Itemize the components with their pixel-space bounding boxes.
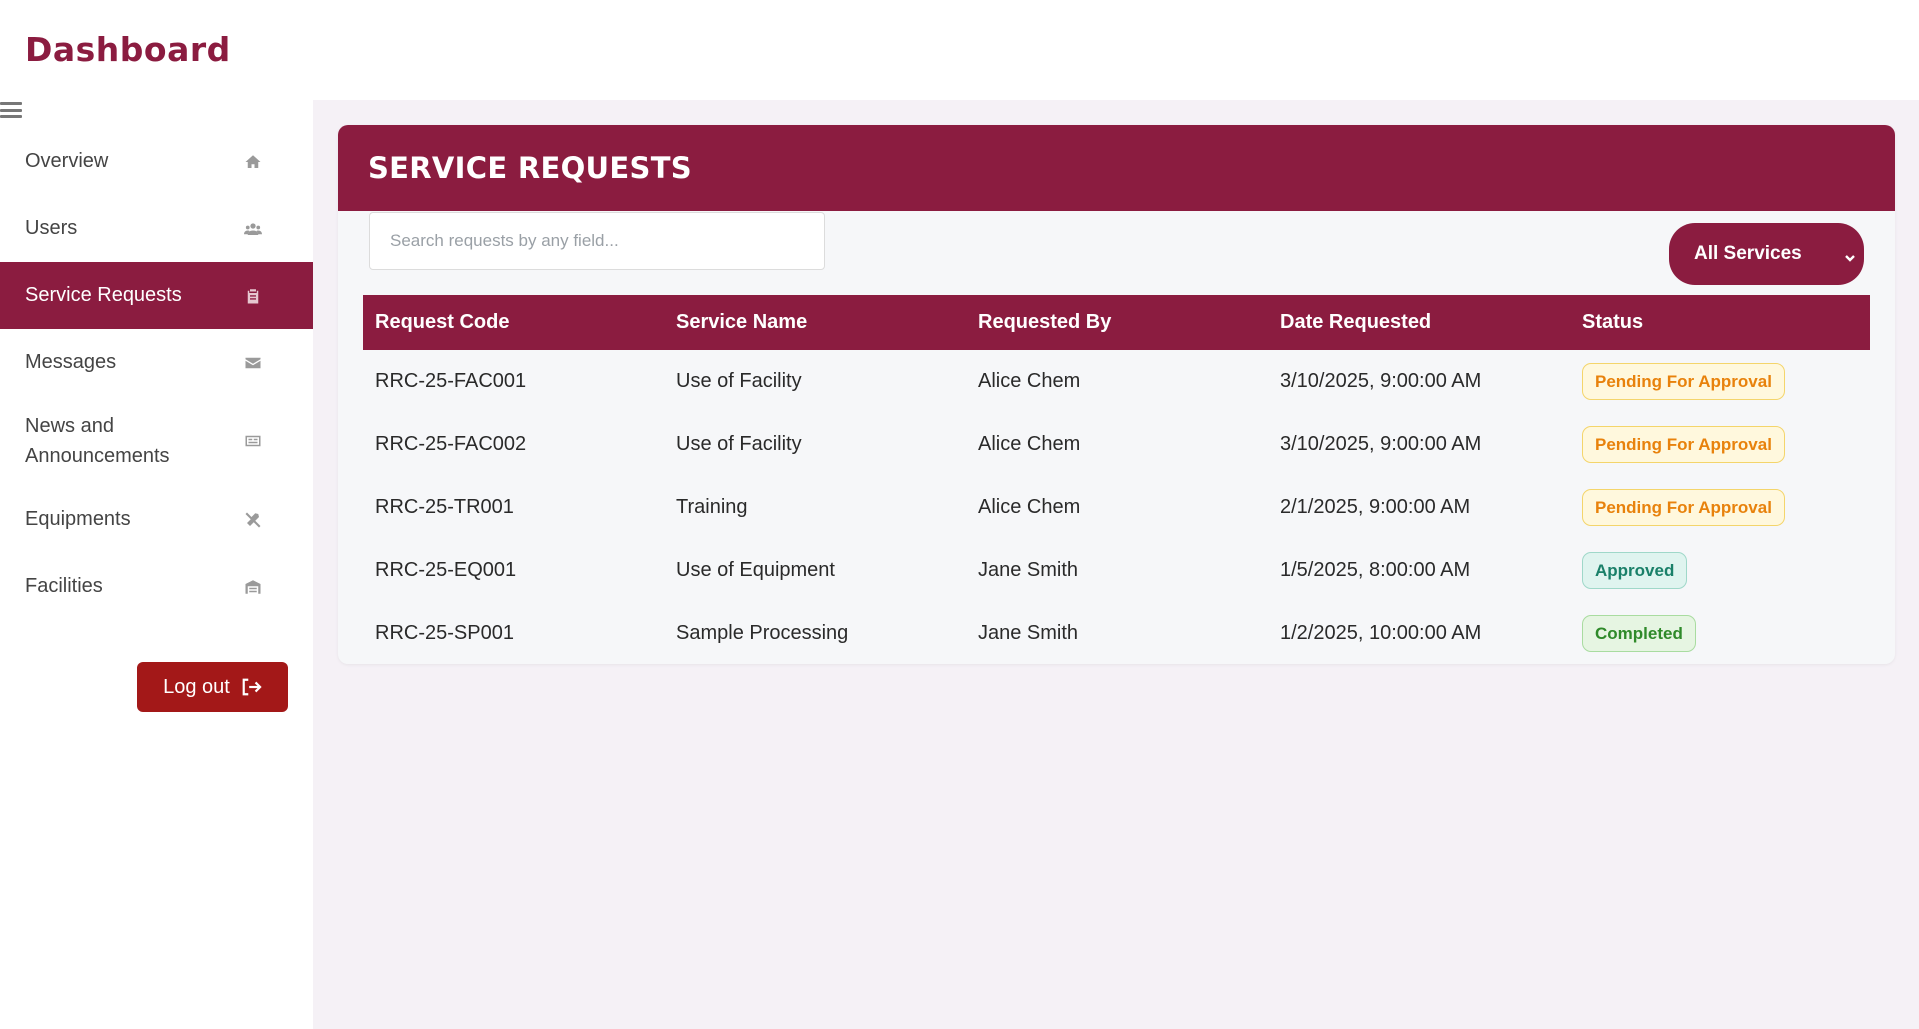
hamburger-menu-icon[interactable] (0, 100, 22, 120)
app-title: Dashboard (25, 30, 231, 69)
status-cell: Completed (1570, 602, 1870, 664)
request-code: RRC-25-TR001 (375, 496, 514, 518)
service-filter-value: All Services (1694, 243, 1802, 264)
status-badge: Pending For Approval (1582, 489, 1785, 526)
service-name: Use of Equipment (676, 559, 835, 581)
request-code: RRC-25-SP001 (375, 622, 514, 644)
logout-label: Log out (163, 675, 230, 698)
column-header[interactable]: Service Name (664, 295, 966, 350)
date-requested: 2/1/2025, 9:00:00 AM (1280, 496, 1471, 518)
sidebar-item-label: Facilities (25, 575, 103, 597)
users-icon (243, 219, 263, 239)
sidebar-item-users[interactable]: Users (0, 195, 313, 262)
warehouse-icon (243, 577, 263, 597)
status-badge: Completed (1582, 615, 1696, 652)
sidebar-item-news-and-announcements[interactable]: News and Announcements (0, 396, 313, 486)
table-header-row: Request Code Service Name Requested By D… (363, 295, 1870, 350)
service-name: Sample Processing (676, 622, 849, 644)
top-bar: Dashboard (0, 0, 1919, 100)
request-code: RRC-25-FAC002 (375, 433, 527, 455)
newspaper-icon (243, 431, 263, 451)
column-header[interactable]: Requested By (966, 295, 1268, 350)
main-content: SERVICE REQUESTS All Services Request Co… (313, 100, 1919, 1029)
request-code: RRC-25-FAC001 (375, 370, 527, 392)
sidebar-item-label: Messages (25, 351, 117, 373)
column-header[interactable]: Status (1570, 295, 1870, 350)
table-row[interactable]: RRC-25-FAC001 Use of Facility Alice Chem… (363, 350, 1870, 413)
status-badge: Pending For Approval (1582, 426, 1785, 463)
envelope-icon (243, 353, 263, 373)
status-badge: Pending For Approval (1582, 363, 1785, 400)
service-name: Use of Facility (676, 433, 802, 455)
search-input[interactable] (369, 212, 825, 270)
requested-by: Alice Chem (978, 370, 1081, 392)
sidebar-item-service-requests[interactable]: Service Requests (0, 262, 313, 329)
table-row[interactable]: RRC-25-EQ001 Use of Equipment Jane Smith… (363, 539, 1870, 602)
status-cell: Approved (1570, 539, 1870, 602)
table-row[interactable]: RRC-25-TR001 Training Alice Chem 2/1/202… (363, 476, 1870, 539)
service-filter-select[interactable]: All Services (1669, 223, 1864, 285)
sidebar-item-label: Overview (25, 150, 109, 172)
status-cell: Pending For Approval (1570, 413, 1870, 476)
sidebar: Overview Users Service Requests Messages… (0, 100, 313, 1029)
logout-icon (242, 678, 262, 696)
requests-table: Request Code Service Name Requested By D… (363, 295, 1870, 664)
sidebar-item-overview[interactable]: Overview (0, 128, 313, 195)
tools-icon (243, 510, 263, 530)
requested-by: Alice Chem (978, 496, 1081, 518)
requested-by: Alice Chem (978, 433, 1081, 455)
date-requested: 1/2/2025, 10:00:00 AM (1280, 622, 1482, 644)
request-code: RRC-25-EQ001 (375, 559, 517, 581)
requested-by: Jane Smith (978, 622, 1079, 644)
requested-by: Jane Smith (978, 559, 1079, 581)
date-requested: 1/5/2025, 8:00:00 AM (1280, 559, 1471, 581)
chevron-down-icon (1844, 248, 1856, 262)
table-row[interactable]: RRC-25-FAC002 Use of Facility Alice Chem… (363, 413, 1870, 476)
logout-button[interactable]: Log out (137, 662, 288, 712)
service-name: Training (676, 496, 748, 518)
sidebar-item-equipments[interactable]: Equipments (0, 486, 313, 553)
sidebar-item-label: Users (25, 217, 78, 239)
sidebar-item-label: Equipments (25, 508, 131, 530)
page-title: SERVICE REQUESTS (338, 125, 1895, 211)
date-requested: 3/10/2025, 9:00:00 AM (1280, 433, 1482, 455)
sidebar-item-label: News and Announcements (25, 415, 170, 467)
clipboard-icon (243, 286, 263, 306)
service-requests-card: SERVICE REQUESTS All Services Request Co… (338, 125, 1895, 664)
sidebar-item-label: Service Requests (25, 284, 182, 306)
sidebar-item-messages[interactable]: Messages (0, 329, 313, 396)
column-header[interactable]: Date Requested (1268, 295, 1570, 350)
home-icon (243, 152, 263, 172)
column-header[interactable]: Request Code (363, 295, 664, 350)
table-row[interactable]: RRC-25-SP001 Sample Processing Jane Smit… (363, 602, 1870, 664)
status-badge: Approved (1582, 552, 1688, 589)
sidebar-item-facilities[interactable]: Facilities (0, 553, 313, 620)
service-name: Use of Facility (676, 370, 802, 392)
status-cell: Pending For Approval (1570, 476, 1870, 539)
sidebar-nav: Overview Users Service Requests Messages… (0, 128, 313, 620)
date-requested: 3/10/2025, 9:00:00 AM (1280, 370, 1482, 392)
status-cell: Pending For Approval (1570, 350, 1870, 413)
